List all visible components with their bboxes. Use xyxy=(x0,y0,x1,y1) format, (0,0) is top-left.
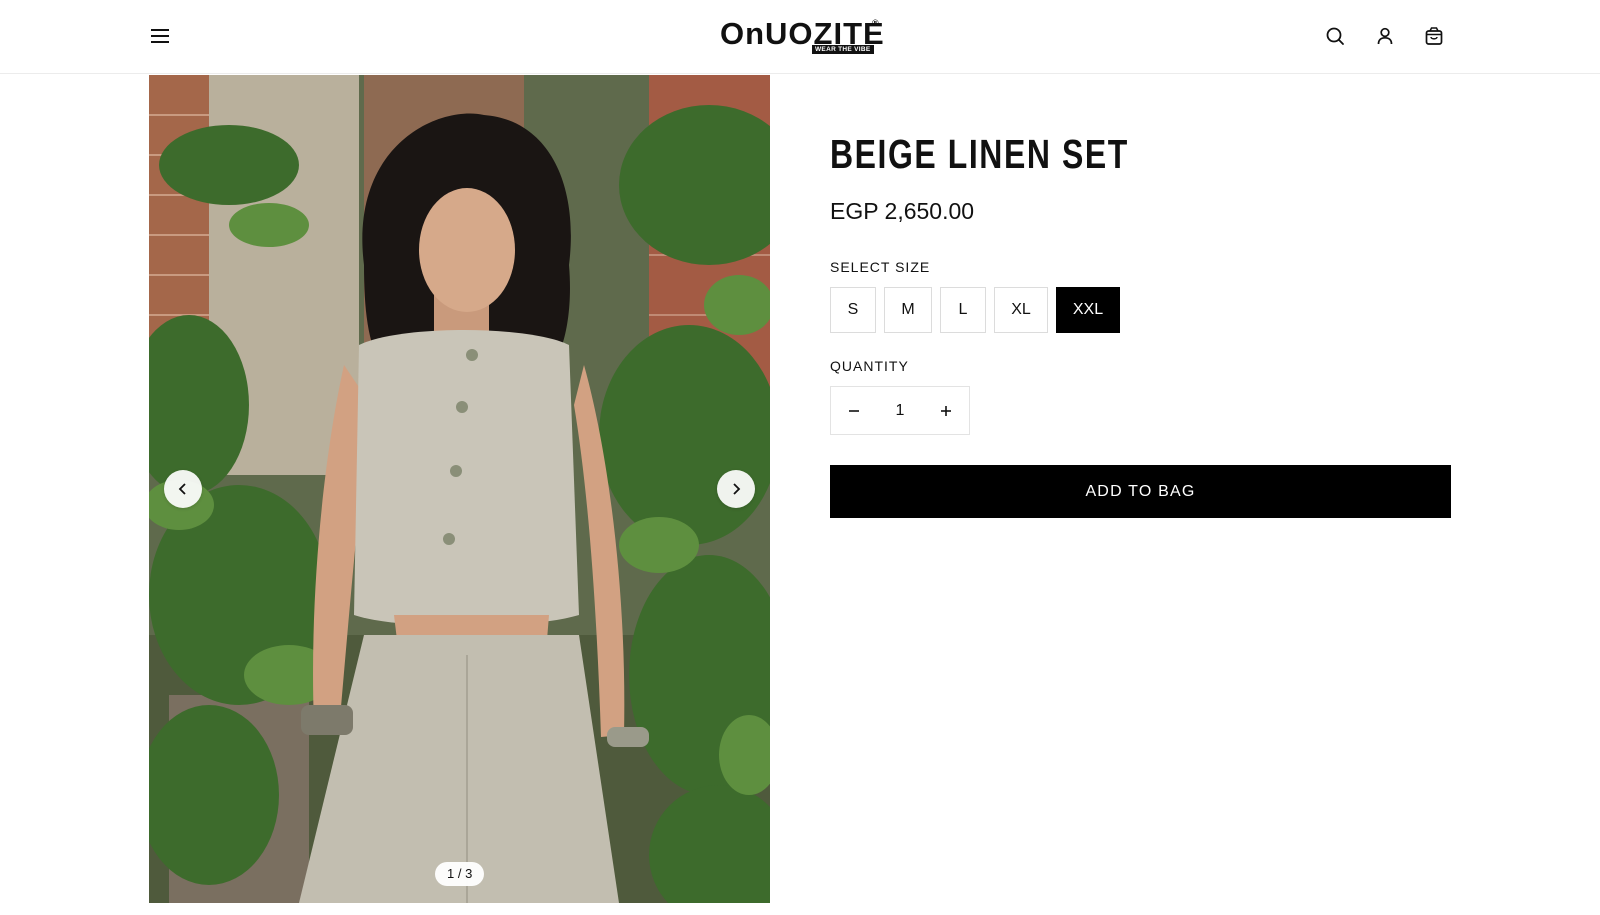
product-gallery[interactable]: 1 / 3 xyxy=(149,75,770,903)
quantity-stepper: 1 xyxy=(830,386,970,435)
size-label: SELECT SIZE xyxy=(830,259,931,275)
logo-tagline: WEAR THE VIBE xyxy=(812,45,874,54)
size-option-l[interactable]: L xyxy=(940,287,986,333)
site-logo[interactable]: OnUOZITE ® WEAR THE VIBE xyxy=(720,14,885,58)
size-option-xxl[interactable]: XXL xyxy=(1056,287,1120,333)
menu-button[interactable] xyxy=(147,23,173,49)
quantity-increase-button[interactable] xyxy=(923,387,969,434)
account-icon xyxy=(1377,27,1393,45)
quantity-decrease-button[interactable] xyxy=(831,387,877,434)
gallery-prev-button[interactable] xyxy=(164,470,202,508)
quantity-value[interactable]: 1 xyxy=(877,402,923,420)
gallery-next-button[interactable] xyxy=(717,470,755,508)
search-icon xyxy=(1326,27,1344,45)
product-photo xyxy=(149,75,770,903)
chevron-right-icon xyxy=(733,483,741,495)
product-price: EGP 2,650.00 xyxy=(830,198,975,224)
search-button[interactable] xyxy=(1322,23,1348,49)
menu-icon xyxy=(151,29,169,43)
logo-registered-mark: ® xyxy=(872,18,879,28)
cart-icon xyxy=(1425,27,1443,45)
image-counter: 1 / 3 xyxy=(435,862,485,886)
size-selector: S M L XL XXL xyxy=(830,287,1120,333)
cart-button[interactable] xyxy=(1421,23,1447,49)
minus-icon xyxy=(849,409,859,412)
add-to-bag-button[interactable]: ADD TO BAG xyxy=(830,465,1451,518)
size-option-s[interactable]: S xyxy=(830,287,876,333)
site-header: OnUOZITE ® WEAR THE VIBE xyxy=(0,0,1600,74)
plus-icon xyxy=(941,405,951,416)
size-option-xl[interactable]: XL xyxy=(994,287,1048,333)
size-option-m[interactable]: M xyxy=(884,287,932,333)
chevron-left-icon xyxy=(178,483,186,495)
product-title: BEIGE LINEN SET xyxy=(830,131,1129,177)
quantity-label: QUANTITY xyxy=(830,358,909,374)
account-button[interactable] xyxy=(1372,23,1398,49)
